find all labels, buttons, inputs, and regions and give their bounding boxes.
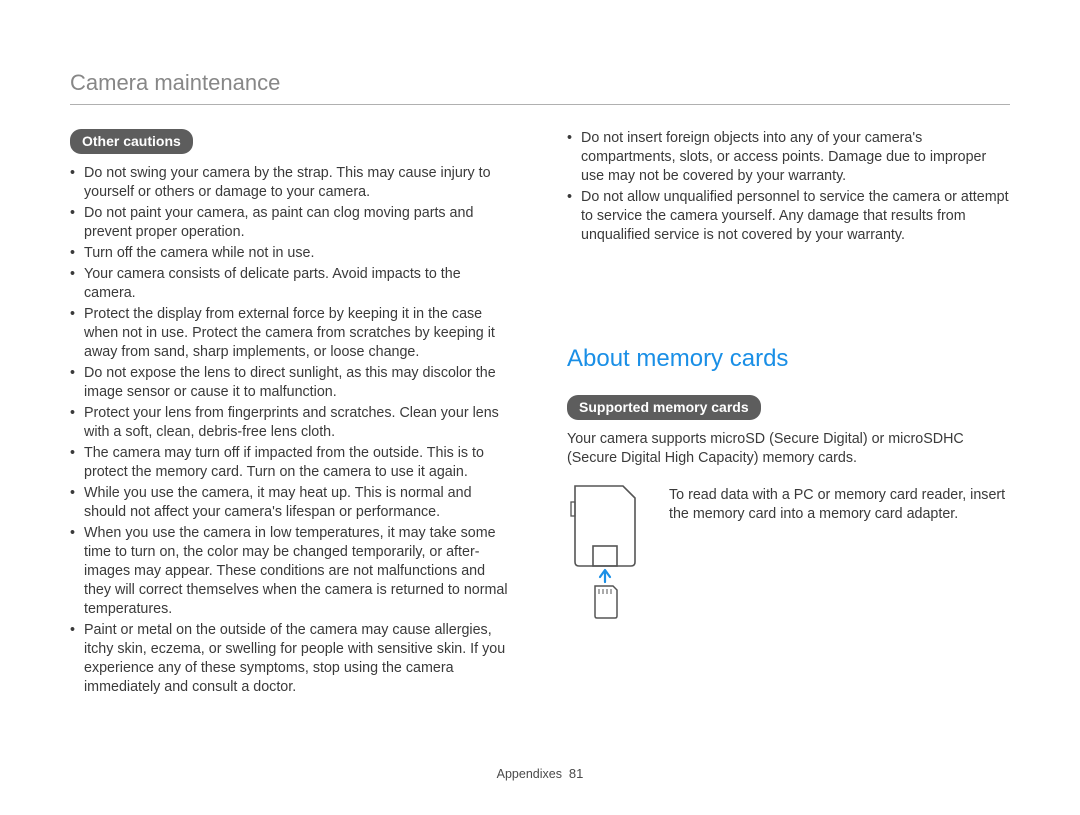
right-column: Do not insert foreign objects into any o… bbox=[567, 129, 1010, 699]
page-footer: Appendixes 81 bbox=[0, 766, 1080, 781]
right-top-list: Do not insert foreign objects into any o… bbox=[567, 129, 1010, 245]
adapter-illustration-block: To read data with a PC or memory card re… bbox=[567, 482, 1010, 622]
supported-cards-paragraph: Your camera supports microSD (Secure Dig… bbox=[567, 430, 1010, 468]
other-cautions-pill: Other cautions bbox=[70, 129, 193, 154]
bullet-item: When you use the camera in low temperatu… bbox=[70, 524, 513, 619]
bullet-item: While you use the camera, it may heat up… bbox=[70, 484, 513, 522]
bullet-item: Do not paint your camera, as paint can c… bbox=[70, 204, 513, 242]
divider bbox=[70, 104, 1010, 105]
left-column: Other cautions Do not swing your camera … bbox=[70, 129, 513, 699]
sdcard-adapter-icon bbox=[567, 482, 647, 622]
adapter-note-text: To read data with a PC or memory card re… bbox=[669, 482, 1010, 524]
footer-page-number: 81 bbox=[569, 766, 583, 781]
bullet-item: Do not allow unqualified personnel to se… bbox=[567, 188, 1010, 245]
other-cautions-list: Do not swing your camera by the strap. T… bbox=[70, 164, 513, 697]
bullet-item: Protect your lens from fingerprints and … bbox=[70, 404, 513, 442]
two-column-layout: Other cautions Do not swing your camera … bbox=[70, 129, 1010, 699]
bullet-item: Do not swing your camera by the strap. T… bbox=[70, 164, 513, 202]
bullet-item: Turn off the camera while not in use. bbox=[70, 244, 513, 263]
page-title: Camera maintenance bbox=[70, 70, 1010, 96]
bullet-item: The camera may turn off if impacted from… bbox=[70, 444, 513, 482]
bullet-item: Paint or metal on the outside of the cam… bbox=[70, 621, 513, 697]
about-memory-cards-heading: About memory cards bbox=[567, 345, 1010, 373]
bullet-item: Protect the display from external force … bbox=[70, 305, 513, 362]
bullet-item: Do not expose the lens to direct sunligh… bbox=[70, 364, 513, 402]
bullet-item: Your camera consists of delicate parts. … bbox=[70, 265, 513, 303]
footer-section: Appendixes bbox=[497, 767, 562, 781]
supported-memory-cards-pill: Supported memory cards bbox=[567, 395, 761, 420]
bullet-item: Do not insert foreign objects into any o… bbox=[567, 129, 1010, 186]
